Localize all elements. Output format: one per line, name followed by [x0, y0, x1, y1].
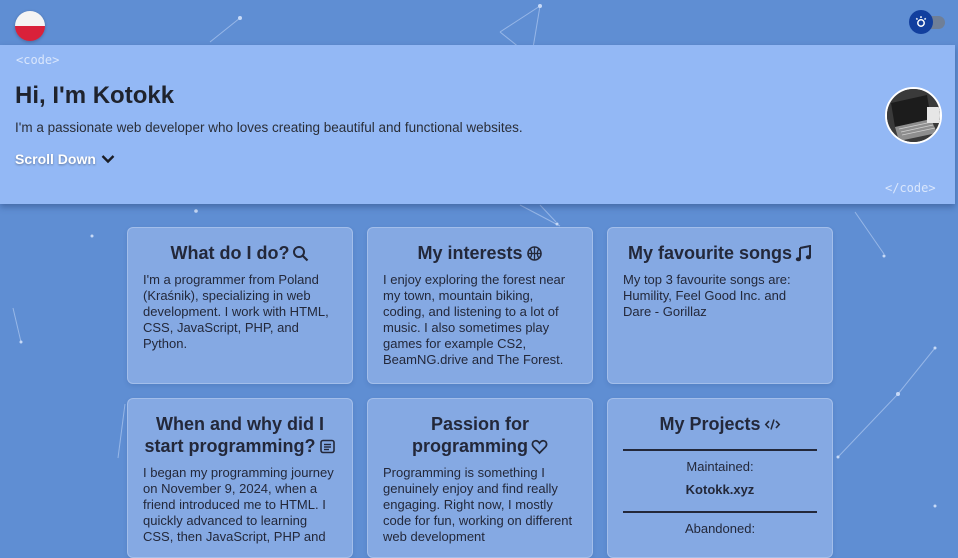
music-note-icon [795, 244, 812, 262]
card-title: Passion for programming [376, 413, 584, 457]
code-open-tag: <code> [16, 53, 60, 67]
abandoned-label: Abandoned: [684, 521, 756, 536]
card-title: My interests [376, 242, 584, 264]
article-icon [319, 439, 335, 454]
card-title: What do I do? [136, 242, 344, 264]
card-my-projects: My Projects Maintained: Kotokk.xyz Aband… [607, 398, 833, 558]
scroll-down-label: Scroll Down [15, 151, 96, 167]
hero-section: <code> Hi, I'm Kotokk I'm a passionate w… [0, 45, 955, 204]
card-title: My Projects [616, 413, 824, 435]
theme-toggle-knob [909, 10, 933, 34]
card-text: My top 3 favourite songs are: Humility, … [623, 272, 791, 319]
card-text: I'm a programmer from Poland (Kraśnik), … [143, 272, 329, 351]
card-text: I enjoy exploring the forest near my tow… [383, 272, 566, 367]
card-text: Programming is something I genuinely enj… [383, 465, 573, 544]
hero-title: Hi, I'm Kotokk [15, 82, 175, 109]
card-title: When and why did Istart programming? [136, 413, 344, 457]
card-text: I began my programming journey on Novemb… [143, 465, 334, 544]
theme-toggle[interactable] [909, 10, 947, 34]
projects-divider [623, 449, 817, 451]
card-when-why-programming: When and why did Istart programming? I b… [127, 398, 353, 558]
heart-icon [531, 439, 548, 455]
project-link-kotokk[interactable]: Kotokk.xyz [608, 482, 832, 497]
search-icon [293, 246, 309, 262]
code-icon [764, 419, 780, 430]
avatar[interactable] [885, 87, 942, 144]
card-my-interests: My interests I enjoy exploring the fores… [367, 227, 593, 384]
scroll-down-button[interactable]: Scroll Down [15, 151, 115, 167]
chevron-down-icon [101, 155, 115, 164]
code-close-tag: </code> [885, 181, 936, 195]
poland-flag-language-button[interactable] [15, 11, 45, 41]
card-title: My favourite songs [616, 242, 824, 264]
maintained-label: Maintained: [686, 459, 754, 474]
hero-subtitle: I'm a passionate web developer who loves… [15, 120, 523, 135]
top-bar [0, 0, 958, 45]
projects-divider [623, 511, 817, 513]
sun-icon [915, 16, 927, 27]
avatar-laptop-image [887, 89, 940, 142]
card-favourite-songs: My favourite songs My top 3 favourite so… [607, 227, 833, 384]
basketball-icon [526, 246, 542, 261]
card-passion-programming: Passion for programming Programming is so… [367, 398, 593, 558]
card-what-do-i-do: What do I do? I'm a programmer from Pola… [127, 227, 353, 384]
